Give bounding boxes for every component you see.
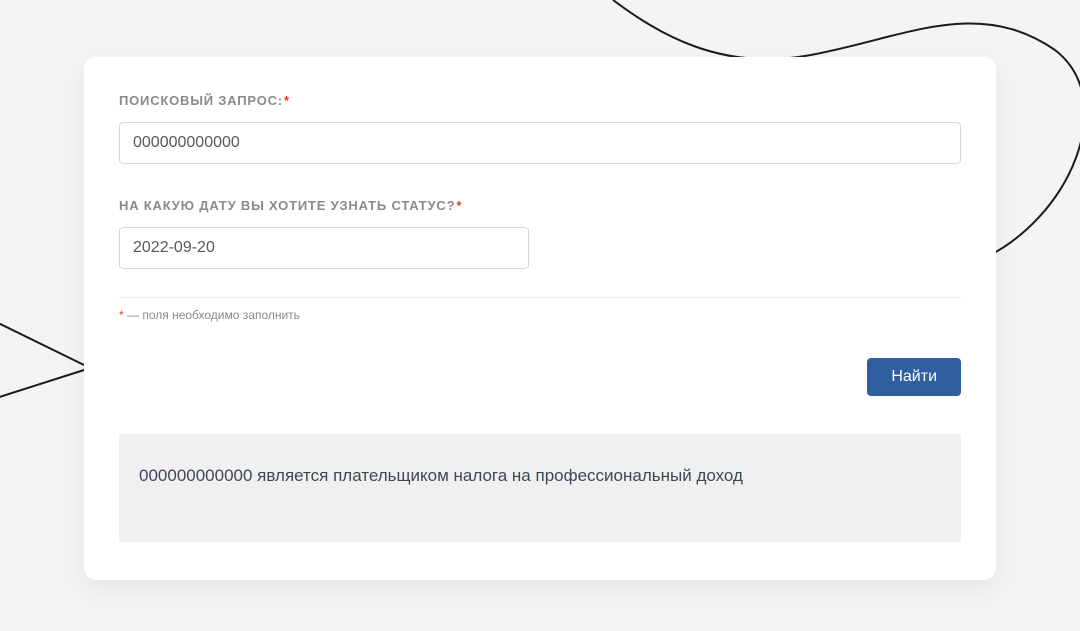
date-input[interactable]	[119, 227, 529, 269]
required-asterisk: *	[284, 93, 290, 108]
query-label: Поисковый запрос:*	[119, 93, 961, 108]
divider	[119, 297, 961, 298]
date-label: На какую дату Вы хотите узнать статус?*	[119, 198, 961, 213]
search-card: Поисковый запрос:* На какую дату Вы хоти…	[84, 57, 996, 580]
required-asterisk: *	[456, 198, 462, 213]
date-label-text: На какую дату Вы хотите узнать статус?	[119, 198, 455, 213]
result-message: 000000000000 является плательщиком налог…	[119, 434, 961, 542]
search-button[interactable]: Найти	[867, 358, 961, 396]
query-label-text: Поисковый запрос:	[119, 93, 283, 108]
hint-text: — поля необходимо заполнить	[124, 308, 300, 322]
query-input[interactable]	[119, 122, 961, 164]
required-hint: * — поля необходимо заполнить	[119, 308, 961, 322]
